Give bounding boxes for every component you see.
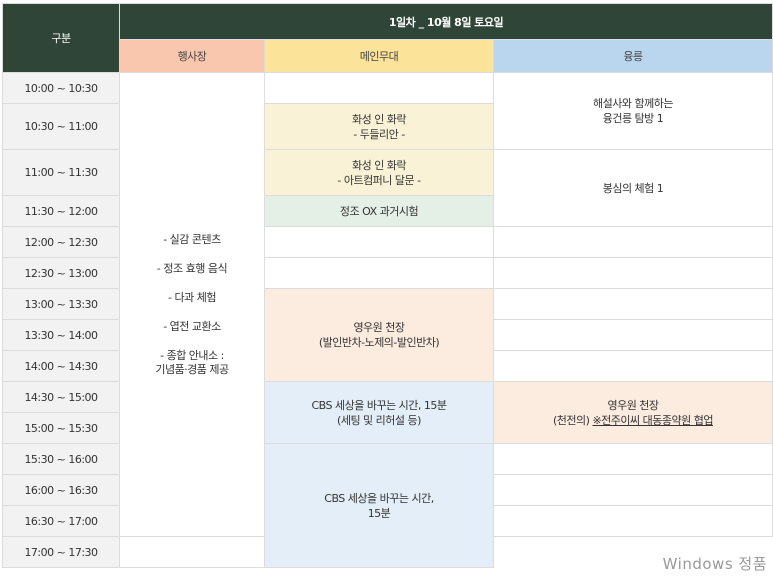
main-stage-empty <box>264 72 494 104</box>
header-category: 구분 <box>2 3 120 73</box>
windows-activation-watermark: Windows 정품 <box>662 555 767 573</box>
main-stage-cell-3: 정조 OX 과거시험 <box>264 195 494 227</box>
main-block6-line2: 15분 <box>367 506 391 520</box>
event-item: - 다과 체험 <box>168 290 216 304</box>
main-block4-line2: (발인반차-노제의-발인반차) <box>318 336 440 349</box>
time-slot: 16:30 ~ 17:00 <box>2 505 120 537</box>
main-stage-cell-6: CBS 세상을 바꾸는 시간, 15분 <box>264 443 494 568</box>
time-slot: 11:00 ~ 11:30 <box>2 149 120 196</box>
time-slot: 15:00 ~ 15:30 <box>2 412 120 444</box>
tomb-relocation-line2: (천전의) ※전주이씨 대동종약원 협업 <box>494 413 772 428</box>
main-block1-line2: - 두들리안 - <box>353 127 405 141</box>
main-stage-cell-5: CBS 세상을 바꾸는 시간, 15분 (세팅 및 리허설 등) <box>264 381 494 444</box>
day-title: 1일차 _ 10월 8일 토요일 <box>118 3 773 40</box>
tomb-empty <box>119 536 265 568</box>
tomb-tour-line1: 해설사와 함께하는 <box>593 97 673 110</box>
time-slot: 14:30 ~ 15:00 <box>2 381 120 413</box>
tomb-empty <box>492 443 773 475</box>
main-block4-line1: 영우원 천장 <box>353 321 405 334</box>
time-slot: 14:00 ~ 14:30 <box>2 350 120 382</box>
tomb-cell-bongsim: 봉심의 체험 1 <box>492 149 773 227</box>
main-block5-line1: CBS 세상을 바꾸는 시간, 15분 <box>311 398 447 412</box>
tomb-empty <box>492 288 773 320</box>
time-slot: 10:30 ~ 11:00 <box>2 103 120 150</box>
main-stage-cell-4: 영우원 천장 (발인반차-노제의-발인반차) <box>264 288 494 382</box>
tomb-empty <box>492 226 773 258</box>
main-block2-line1: 화성 인 화락 <box>351 158 407 172</box>
event-item: - 엽전 교환소 <box>163 319 221 333</box>
event-item: - 실감 콘텐츠 <box>163 232 221 246</box>
event-item: - 정조 효행 음식 <box>156 261 228 275</box>
main-stage-empty <box>264 226 494 258</box>
main-block5-line2: (세팅 및 리허설 등) <box>337 413 421 427</box>
time-slot: 11:30 ~ 12:00 <box>2 195 120 227</box>
tomb-cell-tour: 해설사와 함께하는 융건릉 탐방 1 <box>492 72 773 150</box>
tomb-relocation-note: ※전주이씨 대동종약원 협업 <box>592 413 713 427</box>
tomb-empty <box>492 505 773 537</box>
tomb-empty <box>492 474 773 506</box>
time-slot: 10:00 ~ 10:30 <box>2 72 120 104</box>
time-slot: 12:30 ~ 13:00 <box>2 257 120 289</box>
main-block1-line1: 화성 인 화락 <box>351 112 407 126</box>
tomb-empty <box>492 257 773 289</box>
event-hall-list: - 실감 콘텐츠 - 정조 효행 음식 - 다과 체험 - 엽전 교환소 - 종… <box>120 233 264 377</box>
time-slot: 17:00 ~ 17:30 <box>2 536 120 568</box>
tomb-cell-relocation: 영우원 천장 (천전의) ※전주이씨 대동종약원 협업 <box>492 381 773 444</box>
time-slot: 15:30 ~ 16:00 <box>2 443 120 475</box>
event-item: 기념품·경품 제공 <box>155 362 229 376</box>
tomb-empty <box>492 319 773 351</box>
tomb-relocation-prefix: (천전의) <box>553 413 593 427</box>
main-stage-cell-2: 화성 인 화락 - 아트컴퍼니 달문 - <box>264 149 494 196</box>
main-block2-line2: - 아트컴퍼니 달문 - <box>337 173 421 187</box>
main-block6-line1: CBS 세상을 바꾸는 시간, <box>324 491 434 505</box>
column-header-event-hall: 행사장 <box>119 39 265 73</box>
main-stage-cell-1: 화성 인 화락 - 두들리안 - <box>264 103 494 150</box>
time-slot: 16:00 ~ 16:30 <box>2 474 120 506</box>
column-header-main-stage: 메인무대 <box>264 39 494 73</box>
event-item: - 종합 안내소 : <box>160 348 224 362</box>
tomb-empty <box>492 350 773 382</box>
time-slot: 13:30 ~ 14:00 <box>2 319 120 351</box>
tomb-relocation-line1: 영우원 천장 <box>607 398 659 412</box>
time-slot: 13:00 ~ 13:30 <box>2 288 120 320</box>
time-slot: 12:00 ~ 12:30 <box>2 226 120 258</box>
tomb-tour-line2: 융건릉 탐방 1 <box>602 112 664 125</box>
column-header-yungneung: 융릉 <box>492 39 773 73</box>
main-stage-empty <box>264 257 494 289</box>
schedule-table: 구분 1일차 _ 10월 8일 토요일 행사장 메인무대 융릉 10:00 ~ … <box>2 3 773 568</box>
event-hall-cell: - 실감 콘텐츠 - 정조 효행 음식 - 다과 체험 - 엽전 교환소 - 종… <box>119 72 265 537</box>
